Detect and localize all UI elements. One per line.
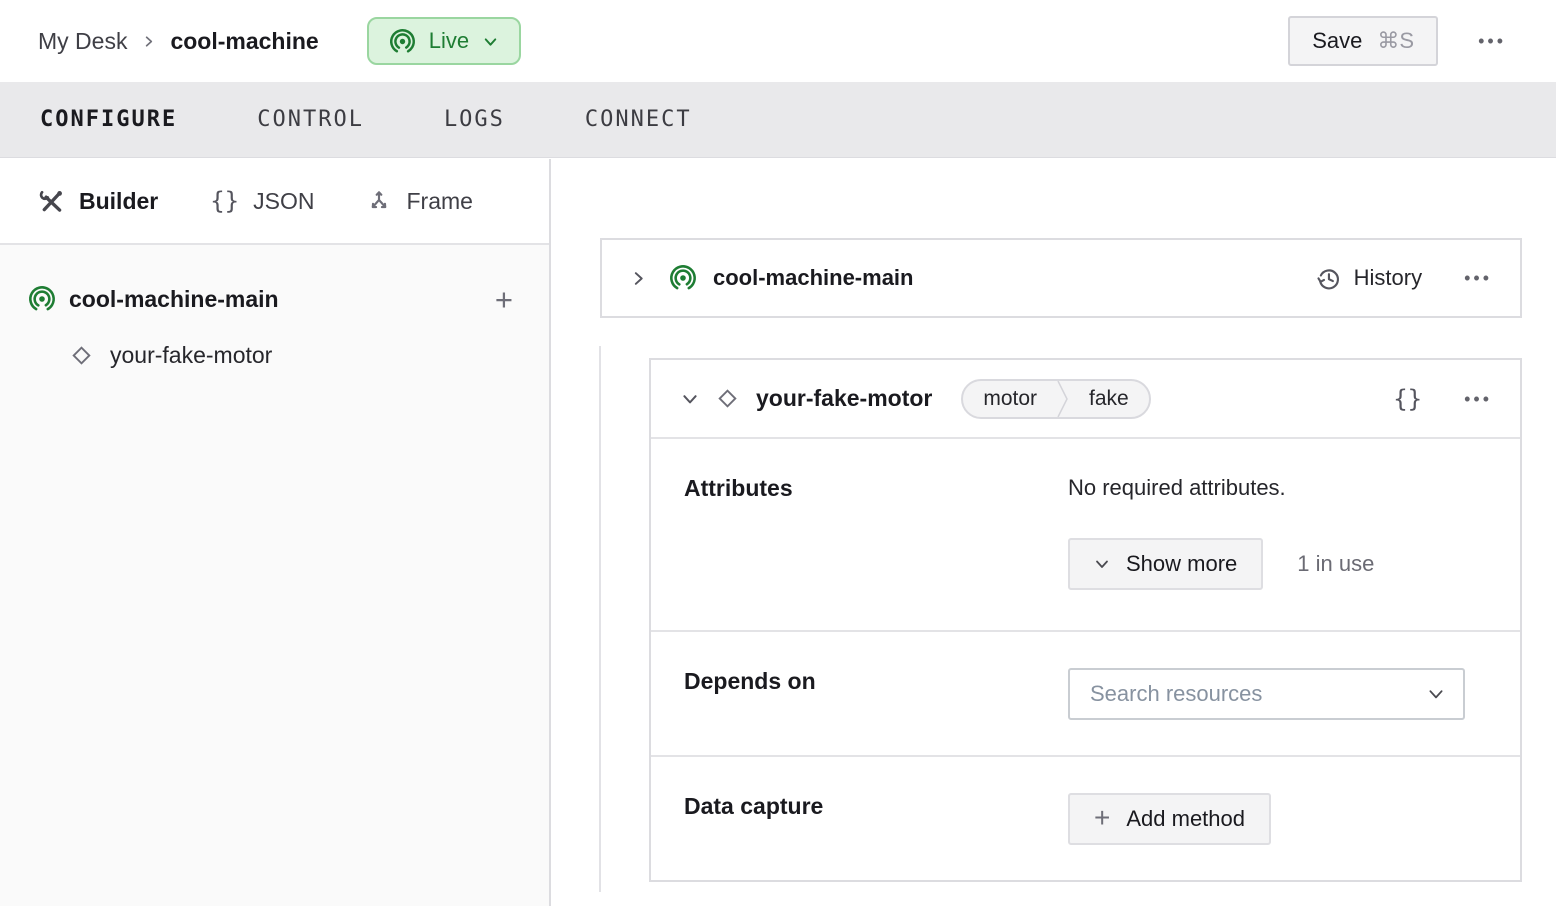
add-method-label: Add method <box>1126 806 1245 831</box>
collapse-chevron-down-icon[interactable] <box>681 390 699 408</box>
attributes-in-use-count: 1 in use <box>1297 551 1375 576</box>
primary-tab-bar: CONFIGURE CONTROL LOGS CONNECT <box>0 82 1556 158</box>
chevron-right-icon <box>141 34 156 49</box>
overflow-menu-button[interactable]: ••• <box>1474 28 1510 54</box>
badge-divider-chevron <box>1057 380 1068 417</box>
component-menu-button[interactable]: ••• <box>1460 386 1496 412</box>
history-button-label: History <box>1353 265 1423 290</box>
top-bar-actions: Save ⌘S ••• <box>1288 16 1510 66</box>
view-builder[interactable]: Builder <box>38 188 158 215</box>
depends-on-content <box>1068 668 1496 755</box>
badge-type: motor <box>983 386 1038 410</box>
edit-json-icon[interactable]: {} <box>1393 385 1422 413</box>
config-sidebar: Builder {} JSON Frame cool-machine-main … <box>0 159 551 906</box>
machine-part-menu-button[interactable]: ••• <box>1460 265 1496 291</box>
machine-part-title: cool-machine-main <box>713 265 914 290</box>
view-switcher: Builder {} JSON Frame <box>0 159 549 245</box>
attributes-content: No required attributes. Show more 1 in u… <box>1068 475 1496 630</box>
tab-configure[interactable]: CONFIGURE <box>40 107 177 132</box>
badge-model: fake <box>1089 386 1129 410</box>
view-frame-label: Frame <box>406 187 473 214</box>
breadcrumb-parent-link[interactable]: My Desk <box>38 28 127 55</box>
show-more-label: Show more <box>1126 551 1238 576</box>
view-builder-label: Builder <box>79 187 159 214</box>
machine-live-icon <box>28 285 56 313</box>
chevron-down-icon <box>1427 685 1445 703</box>
expand-chevron-right-icon[interactable] <box>630 270 647 287</box>
data-capture-section: Data capture + Add method <box>651 755 1520 882</box>
live-status-label: Live <box>428 28 470 53</box>
top-bar: My Desk cool-machine Live Save ⌘S ••• <box>0 0 1556 82</box>
braces-icon: {} <box>210 187 240 215</box>
component-card-header: your-fake-motor motor fake {} ••• <box>651 360 1520 437</box>
depends-on-label: Depends on <box>684 668 816 694</box>
machine-config-page: My Desk cool-machine Live Save ⌘S ••• CO… <box>0 0 1556 906</box>
breadcrumb-current: cool-machine <box>170 27 319 54</box>
tree-connector-line <box>599 346 601 892</box>
view-json-label: JSON <box>253 187 315 214</box>
tree-item-machine-part[interactable]: cool-machine-main + <box>0 277 549 321</box>
tree-item-machine-part-label: cool-machine-main <box>69 285 279 312</box>
chevron-down-icon <box>482 33 499 50</box>
tab-control[interactable]: CONTROL <box>257 107 364 132</box>
depends-on-search-input[interactable] <box>1090 681 1427 707</box>
history-clock-icon <box>1315 265 1342 292</box>
chevron-down-icon <box>1094 556 1110 572</box>
component-title: your-fake-motor <box>756 385 933 411</box>
tree-item-component-label: your-fake-motor <box>110 341 273 368</box>
save-button[interactable]: Save ⌘S <box>1288 16 1439 66</box>
frame-axes-icon <box>366 188 392 214</box>
tab-logs[interactable]: LOGS <box>444 107 505 132</box>
save-shortcut-hint: ⌘S <box>1377 28 1415 53</box>
machine-live-icon <box>389 28 416 55</box>
add-method-button[interactable]: + Add method <box>1068 793 1271 845</box>
depends-on-select[interactable] <box>1068 668 1465 720</box>
save-button-label: Save <box>1312 28 1363 53</box>
plus-icon: + <box>1094 802 1111 833</box>
component-type-badge: motor fake <box>961 378 1151 419</box>
data-capture-label: Data capture <box>684 793 824 819</box>
history-button[interactable]: History <box>1315 265 1422 292</box>
machine-part-card: cool-machine-main History ••• <box>600 238 1522 318</box>
tools-icon <box>38 188 65 215</box>
machine-live-icon <box>669 264 697 292</box>
add-component-button[interactable]: + <box>495 284 513 315</box>
component-diamond-icon <box>68 342 95 369</box>
depends-on-section: Depends on <box>651 630 1520 755</box>
data-capture-content: + Add method <box>1068 793 1496 882</box>
tab-connect[interactable]: CONNECT <box>585 107 692 132</box>
breadcrumb: My Desk cool-machine <box>38 28 319 55</box>
component-card: your-fake-motor motor fake {} ••• Attrib… <box>649 358 1522 882</box>
attributes-label: Attributes <box>684 475 793 501</box>
attributes-empty-text: No required attributes. <box>1068 475 1286 500</box>
resource-tree: cool-machine-main + your-fake-motor <box>0 245 549 377</box>
tree-item-component[interactable]: your-fake-motor <box>0 333 549 377</box>
live-status-dropdown[interactable]: Live <box>366 17 522 65</box>
view-json[interactable]: {} JSON <box>210 187 314 215</box>
show-more-button[interactable]: Show more <box>1068 538 1264 590</box>
view-frame[interactable]: Frame <box>366 187 473 215</box>
component-diamond-icon <box>714 385 741 412</box>
attributes-section: Attributes No required attributes. Show … <box>651 437 1520 630</box>
